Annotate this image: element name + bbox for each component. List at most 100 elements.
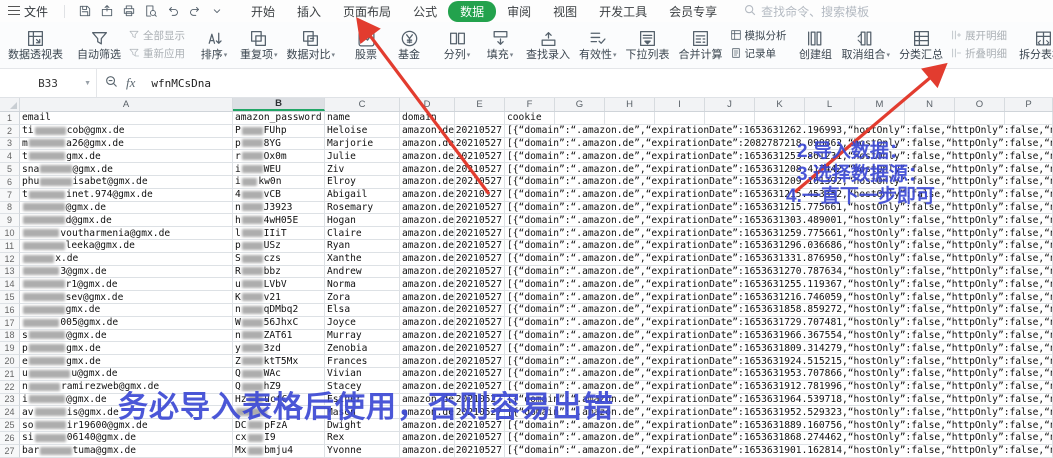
tab-developer[interactable]: 开发工具	[588, 1, 658, 22]
row-header[interactable]: 14	[0, 278, 20, 291]
cell-domain[interactable]: amazon.de	[400, 381, 455, 394]
row-header[interactable]: 4	[0, 150, 20, 163]
cell-cookie[interactable]: [{“domain”:“.amazon.de”,“expirationDate”…	[505, 394, 1053, 407]
cell-name[interactable]: Vivian	[325, 368, 400, 381]
cell-date[interactable]: 20210527	[455, 432, 505, 445]
cell-date[interactable]: 20210527	[455, 330, 505, 343]
ribbon-find-entry-button[interactable]: 查找录入	[522, 27, 574, 63]
cell-email[interactable]: sna@gmx.de	[20, 163, 233, 176]
cell-domain[interactable]: amazon.de	[400, 368, 455, 381]
cell-header-G[interactable]	[555, 112, 605, 125]
cell-name[interactable]: Marjorie	[325, 138, 400, 151]
cell-header-B[interactable]: amazon_password	[233, 112, 325, 125]
ribbon-dropdown-list-button[interactable]: 下拉列表	[622, 27, 674, 63]
cell-password[interactable]: pUSz	[233, 240, 325, 253]
cell-domain[interactable]: amazon.de	[400, 304, 455, 317]
column-header-O[interactable]: O	[955, 98, 1005, 111]
row-header[interactable]: 21	[0, 368, 20, 381]
row-header[interactable]: 16	[0, 304, 20, 317]
cell-name[interactable]: Ziv	[325, 163, 400, 176]
tab-page-layout[interactable]: 页面布局	[332, 1, 402, 22]
cell-domain[interactable]: amazon.de	[400, 214, 455, 227]
cell-password[interactable]: QhZ9	[233, 381, 325, 394]
cell-domain[interactable]: amazon.de	[400, 317, 455, 330]
cell-date[interactable]: 20210527	[455, 304, 505, 317]
cell-header-L[interactable]	[805, 112, 855, 125]
cell-date[interactable]: 20210527	[455, 317, 505, 330]
cell-cookie[interactable]: [{“domain”:“.amazon.de”,“expirationDate”…	[505, 355, 1053, 368]
cell-email[interactable]: soir19600@gmx.de	[20, 419, 233, 432]
cell-email[interactable]: ticob@gmx.de	[20, 125, 233, 138]
cell-cookie[interactable]: [{“domain”:“.amazon.de”,“expirationDate”…	[505, 253, 1053, 266]
zoom-formula-icon[interactable]	[105, 75, 118, 91]
print-preview-icon[interactable]	[143, 4, 158, 19]
cell-cookie[interactable]: [{“domain”:“.amazon.de”,“expirationDate”…	[505, 214, 1053, 227]
tab-member[interactable]: 会员专享	[658, 1, 728, 22]
cell-name[interactable]: Claire	[325, 227, 400, 240]
cell-email[interactable]: x.de	[20, 253, 233, 266]
cell-name[interactable]: Norma	[325, 278, 400, 291]
cell-domain[interactable]: amazon.de	[400, 189, 455, 202]
cell-name[interactable]: Rosemary	[325, 202, 400, 215]
cell-password[interactable]: ZktT5Mx	[233, 355, 325, 368]
cell-email[interactable]: 005@gmx.de	[20, 317, 233, 330]
cell-date[interactable]: 20210527	[455, 394, 505, 407]
save-icon[interactable]	[77, 4, 92, 19]
cell-email[interactable]: bartuma@gmx.de	[20, 445, 233, 458]
row-header[interactable]: 1	[0, 112, 20, 125]
cell-password[interactable]: Rbbz	[233, 266, 325, 279]
cell-email[interactable]: tinet.974@gmx.de	[20, 189, 233, 202]
column-header-A[interactable]: A	[20, 98, 233, 111]
cell-date[interactable]: 20210527	[455, 355, 505, 368]
cell-cookie[interactable]: [{“domain”:“.amazon.de”,“expirationDate”…	[505, 381, 1053, 394]
cell-name[interactable]: Zenobia	[325, 342, 400, 355]
ribbon-record-form[interactable]: 记录单	[730, 47, 787, 62]
cell-date[interactable]: 20210527	[455, 253, 505, 266]
cell-domain[interactable]: amazon.de	[400, 176, 455, 189]
cell-password[interactable]: nJ3923	[233, 202, 325, 215]
cell-domain[interactable]: amazon.de	[400, 342, 455, 355]
cell-password[interactable]: HzucfC	[233, 394, 325, 407]
row-header[interactable]: 23	[0, 394, 20, 407]
cell-name[interactable]: Andrew	[325, 266, 400, 279]
cell-domain[interactable]: amazon.de	[400, 163, 455, 176]
column-header-P[interactable]: P	[1005, 98, 1053, 111]
cell-cookie[interactable]: [{“domain”:“.amazon.de”,“expirationDate”…	[505, 240, 1053, 253]
cell-email[interactable]: leeka@gmx.de	[20, 240, 233, 253]
export-icon[interactable]	[99, 4, 114, 19]
ribbon-duplicates-button[interactable]: 重复项▾	[236, 27, 282, 63]
ribbon-fund-button[interactable]: 基金	[388, 27, 430, 63]
cell-name[interactable]: Frances	[325, 355, 400, 368]
ribbon-split-columns-button[interactable]: 分列▾	[436, 27, 478, 63]
row-header[interactable]: 24	[0, 406, 20, 419]
undo-icon[interactable]	[165, 4, 180, 19]
cell-name[interactable]: Murray	[325, 330, 400, 343]
cell-email[interactable]: nramirezweb@gmx.de	[20, 381, 233, 394]
row-header[interactable]: 27	[0, 445, 20, 458]
column-header-B[interactable]: B	[233, 98, 325, 111]
cell-cookie[interactable]: [{“domain”:“.amazon.de”,“expirationDate”…	[505, 266, 1053, 279]
print-icon[interactable]	[121, 4, 136, 19]
cell-domain[interactable]: amazon.de	[400, 432, 455, 445]
cell-date[interactable]: 20210527	[455, 342, 505, 355]
cell-cookie[interactable]: [{“domain”:“.amazon.de”,“expirationDate”…	[505, 291, 1053, 304]
cell-header-A[interactable]: email	[20, 112, 233, 125]
cell-domain[interactable]: amazon.de	[400, 330, 455, 343]
cell-email[interactable]: avis@gmx.de	[20, 406, 233, 419]
cell-password[interactable]: nZAT61	[233, 330, 325, 343]
ribbon-split-table-button[interactable]: 拆分表格▾	[1015, 27, 1053, 63]
cell-password[interactable]: y3zd	[233, 342, 325, 355]
cell-email[interactable]: ma26@gmx.de	[20, 138, 233, 151]
cell-password[interactable]: h4wH05E	[233, 214, 325, 227]
insert-function-icon[interactable]: fx	[126, 75, 135, 91]
cell-name[interactable]: Elroy	[325, 176, 400, 189]
cell-name[interactable]: Yvonne	[325, 445, 400, 458]
cell-name[interactable]: Abigail	[325, 189, 400, 202]
cell-header-H[interactable]	[605, 112, 655, 125]
cell-cookie[interactable]: [{“domain”:“.amazon.de”,“expirationDate”…	[505, 189, 1053, 202]
column-header-N[interactable]: N	[905, 98, 955, 111]
cell-name[interactable]: Dwight	[325, 419, 400, 432]
cell-header-M[interactable]	[855, 112, 905, 125]
name-box-caret-icon[interactable]: ▼	[84, 80, 91, 87]
cell-name[interactable]: Xanthe	[325, 253, 400, 266]
